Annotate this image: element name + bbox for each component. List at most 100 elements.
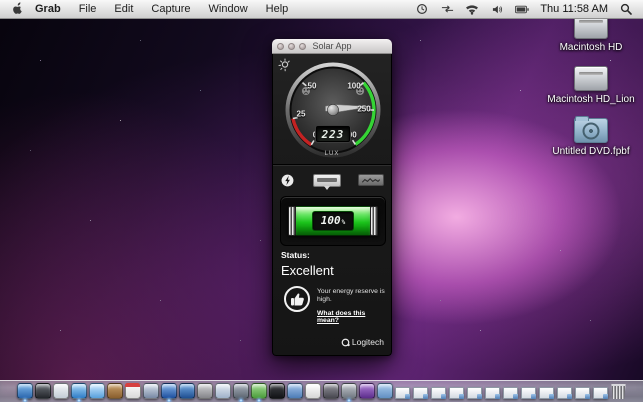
wifi-icon[interactable] — [465, 3, 479, 16]
lux-gauge: 02550100250500 223 — [285, 62, 381, 158]
dock-photo-app[interactable] — [322, 382, 339, 399]
minimized-window-icon — [593, 387, 608, 399]
status-label: Status: — [281, 250, 310, 260]
solar-app-window: Solar App — [272, 39, 392, 356]
menu-file[interactable]: File — [70, 3, 106, 15]
desktop-icon-untitled-dvd-fpbf[interactable]: Untitled DVD.fpbf — [543, 118, 639, 157]
apple-menu-icon[interactable] — [10, 2, 23, 16]
battery-cap-left — [288, 206, 296, 236]
dock-ical[interactable] — [124, 382, 141, 399]
globe-app-icon — [341, 383, 357, 399]
dock-items — [0, 382, 643, 399]
blue-app-icon — [287, 383, 303, 399]
menu-list: GrabFileEditCaptureWindowHelp — [35, 3, 297, 15]
dock-minimized-window[interactable] — [448, 382, 465, 399]
menu-grab[interactable]: Grab — [35, 3, 70, 15]
dock-evernote[interactable] — [250, 382, 267, 399]
dock-minimized-window[interactable] — [484, 382, 501, 399]
menu-edit[interactable]: Edit — [105, 3, 142, 15]
dock-minimized-window[interactable] — [538, 382, 555, 399]
zoom-button[interactable] — [299, 43, 306, 50]
traffic-lights — [277, 43, 306, 50]
photo-app-icon — [323, 383, 339, 399]
dock-minimized-window[interactable] — [502, 382, 519, 399]
desktop-icon-macintosh-hd-lion[interactable]: Macintosh HD_Lion — [543, 66, 639, 105]
minimized-window-icon — [413, 387, 428, 399]
menu-help[interactable]: Help — [257, 3, 298, 15]
battery-panel: 100 % — [280, 196, 386, 246]
gauge-tick-25: 25 — [297, 110, 306, 119]
menu-capture[interactable]: Capture — [142, 3, 199, 15]
keyboard-button[interactable] — [313, 174, 341, 187]
dock-image-app[interactable] — [358, 382, 375, 399]
dock-quicktime[interactable] — [214, 382, 231, 399]
separator — [273, 164, 391, 165]
dock-minimized-window[interactable] — [520, 382, 537, 399]
volume-icon[interactable] — [490, 3, 504, 16]
minimized-window-icon — [503, 387, 518, 399]
system-preferences-icon — [197, 383, 213, 399]
desktop-icon-label: Macintosh HD — [560, 42, 623, 53]
menu-bar-right: Thu 11:58 AM — [415, 3, 643, 16]
energy-button[interactable] — [280, 173, 295, 188]
dock-minimized-window[interactable] — [466, 382, 483, 399]
menu-bar-clock[interactable]: Thu 11:58 AM — [540, 3, 608, 15]
dock-blue-app[interactable] — [286, 382, 303, 399]
dock-grab[interactable] — [232, 382, 249, 399]
desktop-icon-label: Macintosh HD_Lion — [547, 94, 634, 105]
lux-history-button[interactable] — [358, 174, 384, 186]
minimized-window-icon — [395, 387, 410, 399]
close-button[interactable] — [277, 43, 284, 50]
dock-text-editor[interactable] — [304, 382, 321, 399]
spotlight-icon[interactable] — [619, 3, 633, 16]
dock-itunes[interactable] — [160, 382, 177, 399]
dock-minimized-window[interactable] — [430, 382, 447, 399]
minimized-window-icon — [539, 387, 554, 399]
battery-icon[interactable] — [515, 3, 529, 16]
sync-arrows-icon[interactable] — [440, 3, 454, 16]
dock-preview[interactable] — [52, 382, 69, 399]
gauge-tick-50: 50 — [308, 82, 317, 91]
dock-minimized-window[interactable] — [592, 382, 609, 399]
dashboard-icon — [35, 383, 51, 399]
gauge-tick-100: 100 — [347, 82, 360, 91]
dock-photo-booth[interactable] — [142, 382, 159, 399]
window-titlebar[interactable]: Solar App — [272, 39, 392, 54]
battery-body: 100 % — [296, 206, 370, 236]
grab-icon — [233, 383, 249, 399]
dock-minimized-window[interactable] — [556, 382, 573, 399]
dock-trash[interactable] — [610, 382, 627, 399]
desktop-icon-macintosh-hd[interactable]: Macintosh HD — [543, 14, 639, 53]
dock-media-app[interactable] — [268, 382, 285, 399]
dock-safari[interactable] — [70, 382, 87, 399]
toolbar — [273, 168, 391, 192]
dock-downloads-folder[interactable] — [376, 382, 393, 399]
dock-ichat[interactable] — [88, 382, 105, 399]
minimized-window-icon — [467, 387, 482, 399]
dock-globe-app[interactable] — [340, 382, 357, 399]
battery-indicator: 100 % — [288, 206, 378, 236]
status-value: Excellent — [281, 263, 334, 278]
dock-front-row[interactable] — [178, 382, 195, 399]
media-app-icon — [269, 383, 285, 399]
minimized-window-icon — [557, 387, 572, 399]
battery-value: 100 — [321, 212, 341, 230]
text-editor-icon — [305, 383, 321, 399]
dock-system-preferences[interactable] — [196, 382, 213, 399]
minimized-window-icon — [431, 387, 446, 399]
dock-finder[interactable] — [16, 382, 33, 399]
dock-minimized-window[interactable] — [574, 382, 591, 399]
dock-minimized-window[interactable] — [394, 382, 411, 399]
minimize-button[interactable] — [288, 43, 295, 50]
logitech-logo-icon — [341, 338, 350, 347]
menu-window[interactable]: Window — [200, 3, 257, 15]
time-machine-icon[interactable] — [415, 3, 429, 16]
dock-address-book[interactable] — [106, 382, 123, 399]
dock-minimized-window[interactable] — [412, 382, 429, 399]
finder-icon — [17, 383, 33, 399]
what-does-this-mean-link[interactable]: What does this mean? — [317, 310, 389, 324]
menu-bar: GrabFileEditCaptureWindowHelp Thu 11:58 … — [0, 0, 643, 19]
dock — [0, 375, 643, 402]
dock-dashboard[interactable] — [34, 382, 51, 399]
desktop-icons: Macintosh HD Macintosh HD_Lion Untitled DV… — [543, 14, 639, 157]
